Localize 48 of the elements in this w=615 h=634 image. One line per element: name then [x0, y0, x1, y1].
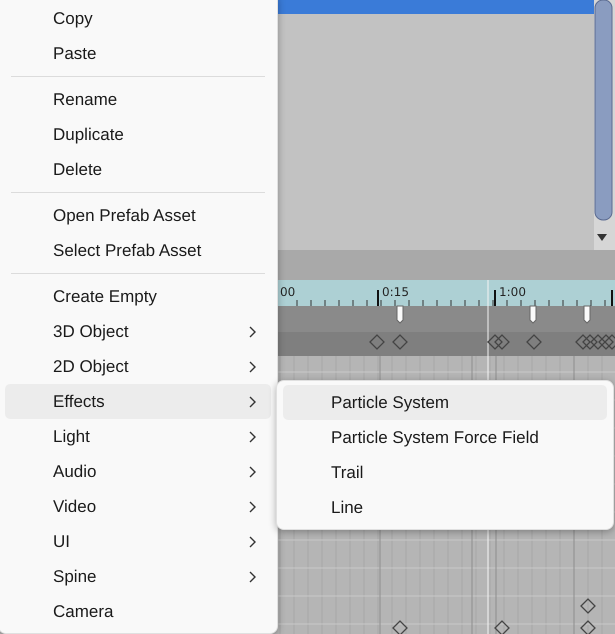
- menu-item[interactable]: Particle System: [283, 385, 607, 420]
- keyframe-marker: [580, 620, 596, 634]
- chevron-icon: [248, 500, 257, 514]
- keyframe-marker: [494, 334, 510, 350]
- menu-item[interactable]: Audio: [5, 454, 271, 489]
- down-arrow-icon: [597, 234, 607, 241]
- keyframe-marker: [369, 334, 385, 350]
- event-marker: [584, 306, 590, 324]
- menu-item[interactable]: Camera: [5, 594, 271, 629]
- menu-item[interactable]: Delete: [5, 152, 271, 187]
- menu-item[interactable]: UI: [5, 524, 271, 559]
- menu-item[interactable]: Particle System Force Field: [283, 420, 607, 455]
- menu-item[interactable]: 2D Object: [5, 349, 271, 384]
- menu-item[interactable]: Paste: [5, 36, 271, 71]
- event-marker: [396, 306, 404, 324]
- event-marker: [530, 306, 536, 324]
- chevron-icon: [248, 464, 257, 478]
- menu-item[interactable]: 3D Object: [5, 314, 271, 349]
- scrollbar[interactable]: [594, 0, 615, 250]
- menu-item[interactable]: Effects: [5, 384, 271, 419]
- menu-item[interactable]: Create Empty: [5, 279, 271, 314]
- keyframe-marker: [575, 334, 591, 350]
- menu-item[interactable]: Rename: [5, 82, 271, 117]
- menu-item[interactable]: Spine: [5, 559, 271, 594]
- keyframe-marker: [487, 334, 503, 350]
- chevron-icon: [248, 570, 257, 584]
- menu-item[interactable]: Open Prefab Asset: [5, 198, 271, 233]
- chevron-icon: [248, 430, 257, 444]
- ruler-label: 00: [280, 285, 296, 299]
- chevron-icon: [248, 394, 257, 408]
- keyframe-marker: [582, 334, 598, 350]
- menu-item[interactable]: Light: [5, 419, 271, 454]
- menu-item[interactable]: Select Prefab Asset: [5, 233, 271, 268]
- keyframe-marker: [580, 598, 596, 614]
- menu-item[interactable]: Copy: [5, 1, 271, 36]
- keyframe-marker: [392, 620, 408, 634]
- ruler-label: 0:15: [382, 285, 409, 299]
- chevron-icon: [248, 360, 257, 374]
- chevron-icon: [248, 534, 257, 548]
- keyframe-marker: [526, 334, 542, 350]
- ruler-label: 1:00: [499, 285, 526, 299]
- menu-item[interactable]: Video: [5, 489, 271, 524]
- menu-item[interactable]: Trail: [283, 455, 607, 490]
- chevron-icon: [248, 324, 257, 338]
- menu-item[interactable]: Line: [283, 490, 607, 525]
- keyframe-marker: [392, 334, 408, 350]
- menu-item[interactable]: Duplicate: [5, 117, 271, 152]
- keyframe-marker: [494, 620, 510, 634]
